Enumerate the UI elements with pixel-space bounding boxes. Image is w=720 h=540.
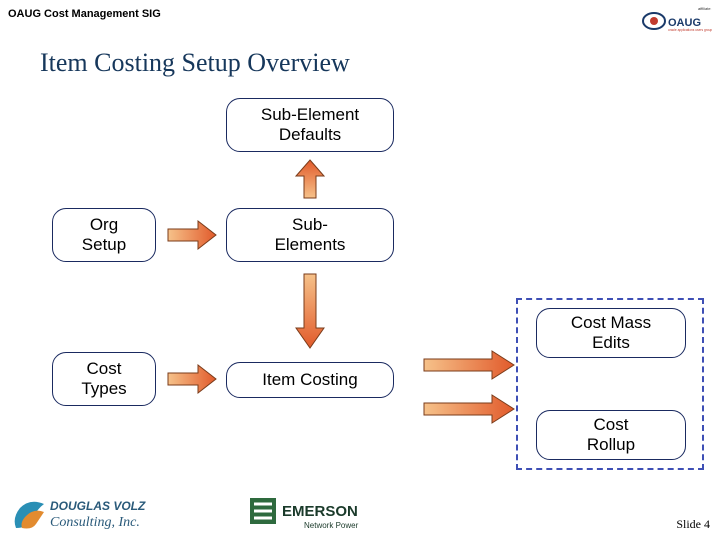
- node-cost-mass-edits: Cost Mass Edits: [536, 308, 686, 358]
- arrow-right-icon: [420, 348, 516, 382]
- node-sub-elements: Sub- Elements: [226, 208, 394, 262]
- node-cost-rollup: Cost Rollup: [536, 410, 686, 460]
- header-text: OAUG Cost Management SIG: [8, 8, 161, 20]
- slide-label: Slide: [676, 517, 701, 531]
- douglas-volz-logo: DOUGLAS VOLZ Consulting, Inc.: [10, 494, 220, 534]
- node-org-setup: Org Setup: [52, 208, 156, 262]
- slide-number: Slide 4: [676, 517, 710, 532]
- douglas-volz-logo-icon: DOUGLAS VOLZ Consulting, Inc.: [10, 494, 220, 534]
- node-label: Cost Mass Edits: [571, 313, 651, 352]
- node-cost-types: Cost Types: [52, 352, 156, 406]
- arrow-right-icon: [420, 392, 516, 426]
- node-label: Sub-Element Defaults: [261, 105, 359, 144]
- svg-text:EMERSON: EMERSON: [282, 503, 358, 520]
- node-item-costing: Item Costing: [226, 362, 394, 398]
- svg-text:DOUGLAS VOLZ: DOUGLAS VOLZ: [50, 499, 146, 513]
- node-label: Item Costing: [262, 370, 357, 390]
- slide-num-value: 4: [704, 517, 710, 531]
- node-label: Sub- Elements: [275, 215, 346, 254]
- arrow-right-icon: [164, 362, 218, 396]
- arrow-down-icon: [292, 270, 328, 350]
- node-label: Org Setup: [82, 215, 126, 254]
- svg-text:affiliate of: affiliate of: [698, 6, 712, 11]
- svg-text:Network Power: Network Power: [304, 521, 359, 530]
- oaug-logo-icon: affiliate of OAUG oracle applications us…: [640, 4, 712, 32]
- arrow-right-icon: [164, 218, 218, 252]
- node-sub-element-defaults: Sub-Element Defaults: [226, 98, 394, 152]
- page-title: Item Costing Setup Overview: [40, 48, 350, 78]
- node-label: Cost Rollup: [587, 415, 635, 454]
- node-label: Cost Types: [81, 359, 126, 398]
- emerson-logo-icon: EMERSON Network Power: [248, 494, 398, 534]
- svg-text:Consulting, Inc.: Consulting, Inc.: [50, 515, 140, 530]
- arrow-up-icon: [292, 158, 328, 202]
- svg-text:oracle applications users grou: oracle applications users group: [668, 28, 712, 32]
- oaug-logo: affiliate of OAUG oracle applications us…: [640, 4, 712, 32]
- emerson-logo: EMERSON Network Power: [248, 494, 398, 534]
